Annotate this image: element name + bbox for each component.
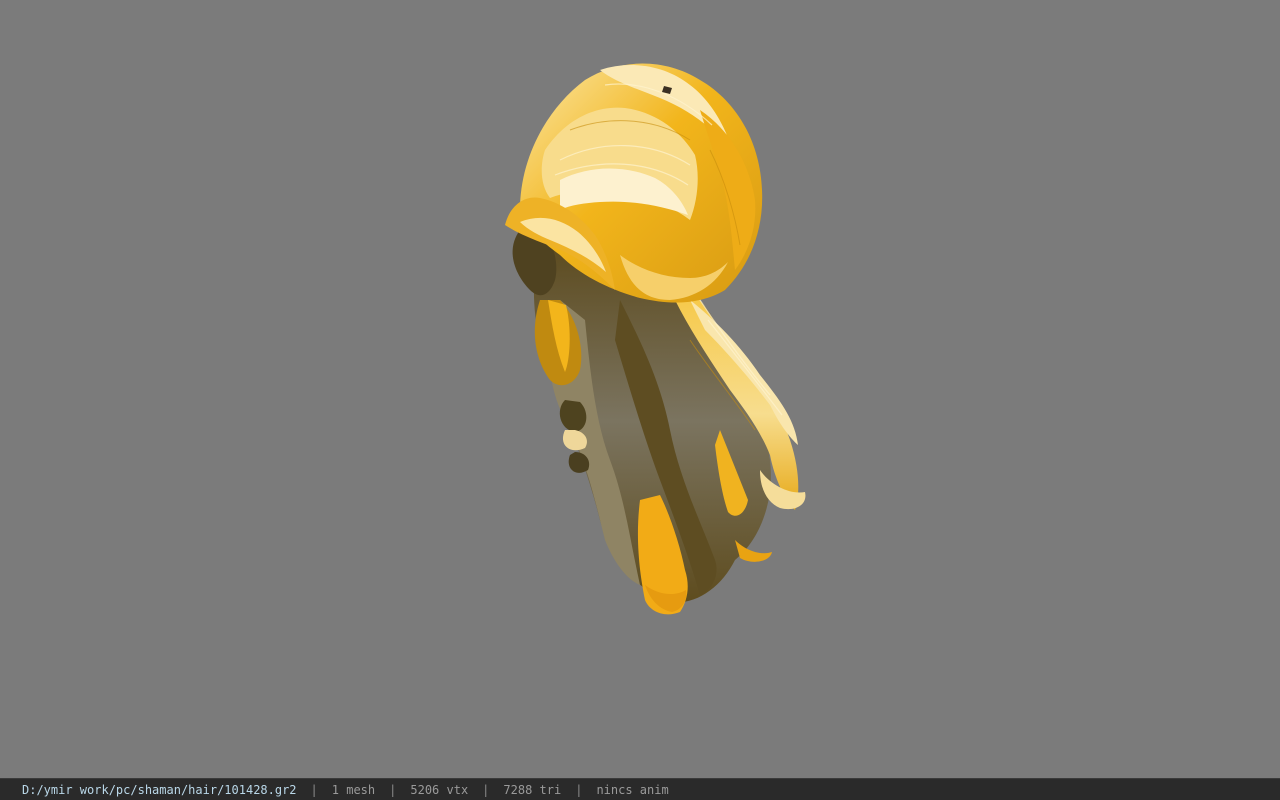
mesh-count: 1 mesh [331,782,376,797]
triangle-count: 7288 tri [503,782,562,797]
anim-status: nincs anim [596,782,669,797]
separator: | [575,782,583,797]
status-bar: D:/ymir work/pc/shaman/hair/101428.gr2 |… [0,778,1280,800]
file-path: D:/ymir work/pc/shaman/hair/101428.gr2 [22,782,297,797]
separator: | [389,782,397,797]
hair-model[interactable] [0,0,1280,778]
model-viewer-window: D:/ymir work/pc/shaman/hair/101428.gr2 |… [0,0,1280,800]
3d-viewport[interactable] [0,0,1280,778]
separator: | [482,782,490,797]
vertex-count: 5206 vtx [410,782,469,797]
separator: | [310,782,318,797]
